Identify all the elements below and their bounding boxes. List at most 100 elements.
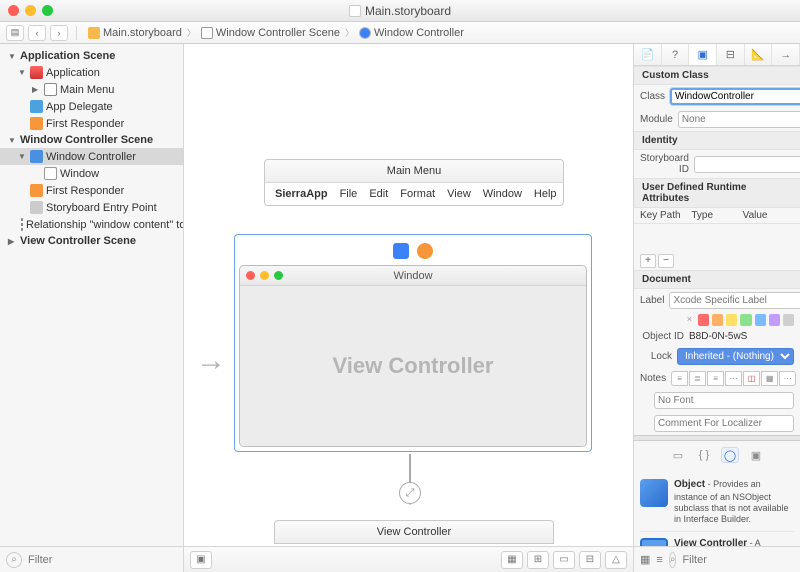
storyboard-id-field[interactable]	[694, 156, 800, 173]
menu-bar[interactable]: SierraApp File Edit Format View Window H…	[265, 183, 563, 205]
media-library-tab[interactable]: ▣	[747, 447, 765, 463]
resolve-button[interactable]: △	[605, 551, 627, 569]
menu-item[interactable]: Format	[400, 188, 435, 200]
outline-item-first-responder[interactable]: First Responder	[0, 182, 183, 199]
document-outline: ▼Application Scene ▼Application ▶Main Me…	[0, 44, 184, 572]
filter-icon[interactable]: ⌕	[6, 552, 22, 568]
file-template-tab[interactable]: ▭	[669, 447, 687, 463]
module-field[interactable]	[678, 111, 800, 128]
grid-view-button[interactable]: ▦	[640, 552, 650, 568]
back-button[interactable]: ‹	[28, 25, 46, 41]
outline-item-main-menu[interactable]: ▶Main Menu	[0, 81, 183, 98]
document-label-field[interactable]	[669, 292, 800, 309]
field-label: Notes	[640, 373, 666, 384]
add-attribute-button[interactable]: +	[640, 254, 656, 268]
help-inspector-tab[interactable]: ?	[662, 44, 690, 65]
menu-item[interactable]: Help	[534, 188, 557, 200]
field-label: Class	[640, 91, 665, 102]
size-inspector-tab[interactable]: 📐	[745, 44, 773, 65]
clear-color-icon[interactable]: ×	[684, 314, 695, 326]
outline-filter-input[interactable]	[28, 554, 177, 566]
minimize-icon[interactable]	[25, 5, 36, 16]
window-preview[interactable]: Window View Controller	[239, 265, 587, 447]
document-panel-button[interactable]: ▣	[190, 551, 212, 569]
main-menu-scene[interactable]: Main Menu SierraApp File Edit Format Vie…	[264, 159, 564, 206]
outline-item-first-responder[interactable]: First Responder	[0, 115, 183, 132]
attributes-inspector-tab[interactable]: ⊟	[717, 44, 745, 65]
chevron-right-icon: 〉	[345, 26, 354, 39]
menu-item[interactable]: Edit	[369, 188, 388, 200]
attributes-table[interactable]	[634, 224, 800, 252]
object-library-list[interactable]: Object - Provides an instance of an NSOb…	[634, 469, 800, 546]
breadcrumb-item[interactable]: Window Controller	[374, 27, 464, 39]
window-controller-icon	[30, 150, 43, 163]
field-label: Module	[640, 114, 673, 125]
window-titlebar: Main.storyboard	[0, 0, 800, 22]
filter-icon[interactable]: ⌕	[669, 552, 677, 568]
close-icon[interactable]	[8, 5, 19, 16]
class-field[interactable]	[670, 88, 800, 105]
outline-toggle-button[interactable]: ▤	[6, 25, 24, 41]
notes-font-field[interactable]	[654, 392, 794, 409]
breadcrumb-item[interactable]: Main.storyboard	[103, 27, 182, 39]
section-header: Identity	[634, 131, 800, 150]
zoom-icon[interactable]	[42, 5, 53, 16]
label-color-picker[interactable]: ×	[634, 312, 800, 328]
object-library-tab[interactable]: ◯	[721, 447, 739, 463]
canvas-footer: ▣ ▦ ⊞ ▭ ⊟ △	[184, 546, 633, 572]
window-controller-icon	[359, 27, 371, 39]
entry-point-arrow-icon[interactable]: →	[196, 344, 226, 378]
outline-item-application[interactable]: ▼Application	[0, 64, 183, 81]
view-controller-scene[interactable]: View Controller	[274, 520, 554, 544]
forward-button[interactable]: ›	[50, 25, 68, 41]
window-controller-scene[interactable]: Window View Controller	[234, 234, 592, 452]
menu-item[interactable]: SierraApp	[275, 188, 328, 200]
pin-button[interactable]: ⊟	[579, 551, 601, 569]
breadcrumb-item[interactable]: Window Controller Scene	[216, 27, 340, 39]
object-icon	[640, 479, 668, 507]
menu-item[interactable]: File	[340, 188, 358, 200]
outline-item-entry-point[interactable]: Storyboard Entry Point	[0, 199, 183, 216]
library-filter-input[interactable]	[682, 554, 800, 566]
identity-inspector-tab[interactable]: ▣	[689, 44, 717, 65]
library-item[interactable]: Object - Provides an instance of an NSOb…	[640, 473, 794, 532]
menu-item[interactable]: View	[447, 188, 471, 200]
window-icon	[44, 167, 57, 180]
section-header: Custom Class	[634, 66, 800, 85]
canvas[interactable]: Main Menu SierraApp File Edit Format Vie…	[184, 44, 634, 572]
lock-select[interactable]: Inherited - (Nothing)	[677, 348, 794, 365]
inspector-tabs: 📄 ? ▣ ⊟ 📐 →	[634, 44, 800, 66]
window-title-label: Window	[240, 270, 586, 282]
library-tabs: ▭ { } ◯ ▣	[634, 441, 800, 469]
align-button[interactable]: ▭	[553, 551, 575, 569]
segue-icon[interactable]: ⤢	[399, 482, 421, 504]
list-view-button[interactable]: ≡	[656, 552, 662, 568]
outline-item-window-controller[interactable]: ▼Window Controller	[0, 148, 183, 165]
code-snippet-tab[interactable]: { }	[695, 447, 713, 463]
chevron-right-icon: 〉	[187, 26, 196, 39]
localizer-comment-field[interactable]	[654, 415, 794, 432]
first-responder-icon[interactable]	[417, 243, 433, 259]
first-responder-icon	[30, 184, 43, 197]
document-icon	[349, 5, 361, 17]
outline-item-app-delegate[interactable]: App Delegate	[0, 98, 183, 115]
outline-item-window[interactable]: Window	[0, 165, 183, 182]
layout-button[interactable]: ▦	[501, 551, 523, 569]
connections-inspector-tab[interactable]: →	[772, 44, 800, 65]
remove-attribute-button[interactable]: −	[658, 254, 674, 268]
scene-header[interactable]: ▶View Controller Scene	[0, 233, 183, 249]
field-label: Object ID	[640, 331, 684, 342]
library-item[interactable]: View Controller - A controller that mana…	[640, 532, 794, 546]
scene-header[interactable]: ▼Window Controller Scene	[0, 132, 183, 148]
scene-header[interactable]: ▼Application Scene	[0, 48, 183, 64]
file-inspector-tab[interactable]: 📄	[634, 44, 662, 65]
notes-format-segment[interactable]: ≡≣≡···◫▦···	[671, 371, 796, 386]
inspector-panel: 📄 ? ▣ ⊟ 📐 → Custom Class Class ▾ Module …	[634, 44, 800, 572]
window-controller-icon[interactable]	[393, 243, 409, 259]
relationship-icon	[21, 218, 23, 231]
breadcrumb[interactable]: Main.storyboard 〉 Window Controller Scen…	[85, 26, 467, 40]
menu-item[interactable]: Window	[483, 188, 522, 200]
field-label: Storyboard ID	[640, 153, 689, 175]
embed-button[interactable]: ⊞	[527, 551, 549, 569]
outline-item-relationship[interactable]: Relationship "window content" to ...	[0, 216, 183, 233]
